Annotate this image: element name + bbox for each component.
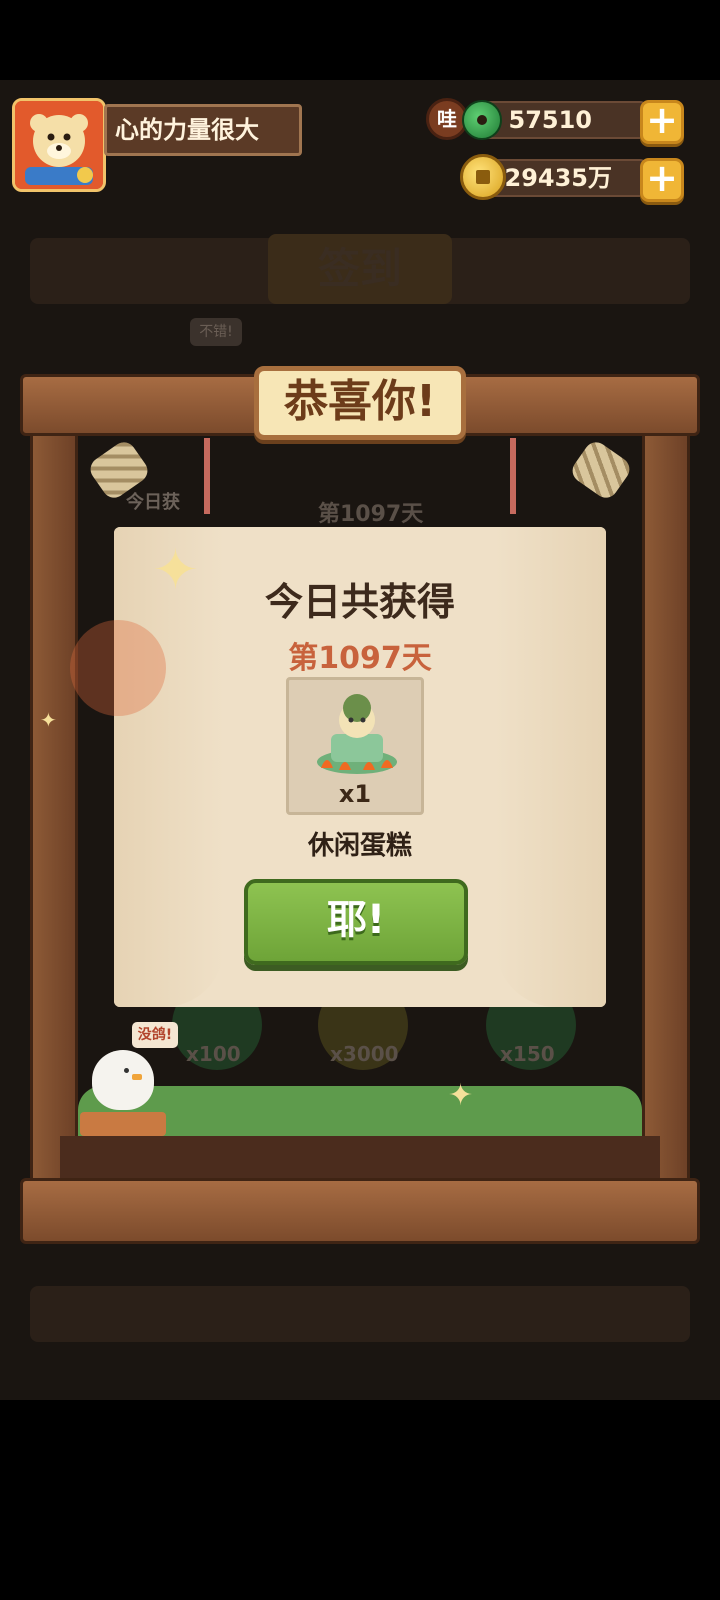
frame-bottom-beam [20,1178,700,1244]
chick-speech-bubble: 没鸽! [132,1022,178,1048]
bg-reward-3: x150 [500,1042,555,1066]
avatar-bear-icon [15,101,103,189]
jade-icon [462,100,502,140]
shelf-board [60,1136,660,1180]
plus-icon: + [646,98,678,142]
item-count: x1 [338,780,372,808]
frame-right-post [642,374,690,1200]
player-avatar[interactable] [12,98,106,192]
sign-in-title-text: 签到 [317,244,402,293]
bg-day-label: 第1097天 [318,502,424,527]
sparkle-icon-2: ✦ [40,708,57,732]
confirm-button[interactable]: 耶! [244,879,468,965]
sparkle-icon-3: ✦ [448,1078,474,1113]
glow-burst [70,620,166,716]
right-hanger [510,438,516,514]
coin-icon [460,154,506,200]
frame-left-post [30,374,78,1200]
add-jade-button[interactable]: + [640,100,684,144]
coin-value: 29435万 [504,164,613,192]
item-name: 休闲蛋糕 [307,831,412,861]
item-cake-icon [317,694,397,774]
congrats-plaque: 恭喜你! [254,366,466,440]
plus-icon-2: + [646,156,678,200]
add-coin-button[interactable]: + [640,158,684,202]
bottom-beam-shadow [30,1286,690,1342]
jade-value: 57510 [508,106,593,134]
sparkle-icon: ✦ [152,538,199,603]
nest [80,1112,166,1136]
left-hanger [204,438,210,514]
reward-item-slot[interactable]: x1 [286,677,424,815]
not-bad-bubble: 不错! [190,318,242,346]
sign-in-title: 签到 [268,234,452,304]
day-label: 第1097天 [288,641,432,676]
bg-reward-2: x3000 [330,1042,399,1066]
chick-icon[interactable] [92,1050,154,1110]
bg-reward-1: x100 [186,1042,241,1066]
player-name: 心的力量很大 [104,104,302,156]
today-label: 今日获 [126,492,180,513]
